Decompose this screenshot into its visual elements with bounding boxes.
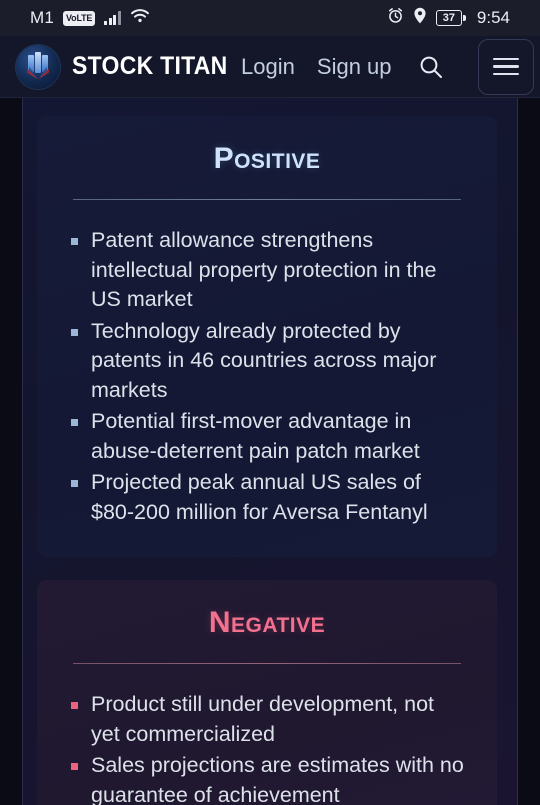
status-bar-right: 37 9:54 bbox=[387, 7, 510, 29]
list-item: Potential first-mover advantage in abuse… bbox=[67, 407, 467, 466]
wifi-icon bbox=[130, 8, 150, 28]
negative-card-title: Negative bbox=[208, 606, 326, 639]
battery-cap bbox=[463, 15, 466, 21]
positive-bullet-list: Patent allowance strengthens intellectua… bbox=[67, 226, 467, 527]
stock-titan-logo-icon[interactable] bbox=[16, 44, 60, 89]
signal-bars-icon bbox=[104, 11, 121, 25]
positive-card-divider bbox=[73, 199, 461, 200]
list-item: Technology already protected by patents … bbox=[67, 317, 467, 406]
positive-card-title: Positive bbox=[213, 142, 321, 175]
battery-indicator: 37 bbox=[435, 10, 466, 26]
signup-link[interactable]: Sign up bbox=[317, 54, 392, 80]
list-item: Product still under development, not yet… bbox=[67, 690, 467, 749]
volte-badge: VoLTE bbox=[63, 10, 96, 26]
list-item: Patent allowance strengthens intellectua… bbox=[67, 226, 467, 315]
hamburger-menu-icon[interactable] bbox=[477, 38, 534, 95]
primary-nav: Login Sign up bbox=[241, 38, 534, 95]
clock-label: 9:54 bbox=[476, 8, 510, 27]
page-body: Positive Patent allowance strengthens in… bbox=[0, 98, 540, 805]
list-item: Sales projections are estimates with no … bbox=[67, 751, 467, 805]
site-header: STOCK TITAN Login Sign up bbox=[0, 36, 540, 98]
brand-title[interactable]: STOCK TITAN bbox=[72, 52, 228, 81]
negative-card: Negative Product still under development… bbox=[37, 580, 497, 805]
battery-percent-label: 37 bbox=[435, 10, 462, 26]
status-bar-left: M1 VoLTE bbox=[30, 8, 150, 28]
negative-bullet-list: Product still under development, not yet… bbox=[67, 690, 467, 805]
article-content: Positive Patent allowance strengthens in… bbox=[22, 98, 518, 805]
search-icon[interactable] bbox=[414, 50, 448, 84]
carrier-label: M1 bbox=[30, 8, 55, 27]
status-bar: M1 VoLTE 37 9:54 bbox=[0, 0, 540, 36]
login-link[interactable]: Login bbox=[241, 54, 295, 80]
location-pin-icon bbox=[413, 7, 427, 29]
alarm-clock-icon bbox=[387, 7, 404, 29]
positive-card: Positive Patent allowance strengthens in… bbox=[37, 116, 497, 557]
negative-card-divider bbox=[73, 663, 461, 664]
list-item: Projected peak annual US sales of $80-20… bbox=[67, 468, 467, 527]
